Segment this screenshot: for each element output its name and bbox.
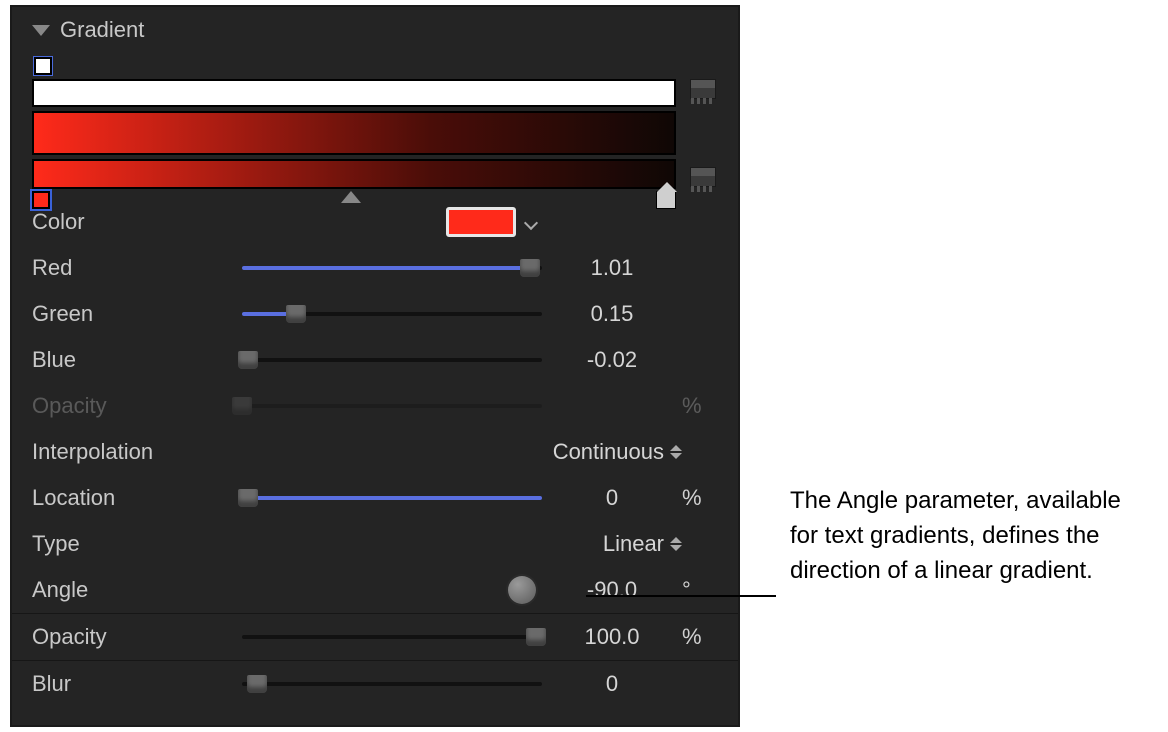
label-green: Green [32, 301, 242, 327]
param-red: Red 1.01 [32, 245, 718, 291]
label-blur: Blur [32, 671, 242, 697]
slider-opacity-stop [242, 395, 542, 417]
label-location: Location [32, 485, 242, 511]
value-opacity[interactable]: 100.0 [542, 624, 682, 650]
color-spread-icon[interactable] [690, 167, 716, 187]
param-angle: Angle -90.0° [32, 567, 718, 613]
slider-red[interactable] [242, 257, 542, 279]
label-opacity: Opacity [32, 624, 242, 650]
label-opacity-stop: Opacity [32, 393, 242, 419]
section-title: Gradient [60, 17, 144, 43]
param-location: Location 0% [32, 475, 718, 521]
label-angle: Angle [32, 577, 242, 603]
value-red[interactable]: 1.01 [542, 255, 682, 281]
gradient-editor [12, 57, 738, 189]
label-type: Type [32, 531, 242, 557]
color-gradient-bar[interactable] [32, 111, 676, 155]
opacity-stop-handle[interactable] [34, 57, 52, 75]
callout-line [586, 595, 776, 597]
slider-blue[interactable] [242, 349, 542, 371]
value-green[interactable]: 0.15 [542, 301, 682, 327]
gradient-inspector-panel: Gradient Color Red [10, 5, 740, 727]
chevron-down-icon[interactable] [524, 215, 538, 229]
slider-location[interactable] [242, 487, 542, 509]
callout-text: The Angle parameter, available for text … [790, 484, 1150, 588]
value-blur[interactable]: 0 [542, 671, 682, 697]
param-blue: Blue -0.02 [32, 337, 718, 383]
opacity-spread-icon[interactable] [690, 79, 716, 99]
value-type[interactable]: Linear [603, 531, 664, 557]
opacity-gradient-bar[interactable] [32, 79, 676, 107]
color-well[interactable] [446, 207, 516, 237]
label-red: Red [32, 255, 242, 281]
label-blue: Blue [32, 347, 242, 373]
stepper-type-icon[interactable] [670, 537, 682, 551]
label-interpolation: Interpolation [32, 439, 242, 465]
disclosure-triangle-icon[interactable] [32, 25, 50, 36]
section-header[interactable]: Gradient [12, 7, 738, 57]
slider-blur[interactable] [242, 673, 542, 695]
value-blue[interactable]: -0.02 [542, 347, 682, 373]
param-blur: Blur 0 [32, 661, 718, 707]
param-interpolation: Interpolation Continuous [32, 429, 718, 475]
stepper-interpolation-icon[interactable] [670, 445, 682, 459]
param-opacity: Opacity 100.0% [32, 614, 718, 660]
value-angle[interactable]: -90.0 [542, 577, 682, 603]
value-location[interactable]: 0 [542, 485, 682, 511]
label-color: Color [32, 209, 242, 235]
slider-opacity[interactable] [242, 626, 542, 648]
value-interpolation[interactable]: Continuous [553, 439, 664, 465]
param-type: Type Linear [32, 521, 718, 567]
angle-dial[interactable] [508, 576, 536, 604]
color-stop-start[interactable] [32, 191, 50, 209]
param-color: Color [32, 199, 718, 245]
color-stop-end[interactable] [656, 191, 676, 209]
param-opacity-stop: Opacity % [32, 383, 718, 429]
midpoint-handle-icon[interactable] [341, 191, 361, 203]
slider-green[interactable] [242, 303, 542, 325]
param-green: Green 0.15 [32, 291, 718, 337]
color-stops-track[interactable] [32, 159, 676, 189]
